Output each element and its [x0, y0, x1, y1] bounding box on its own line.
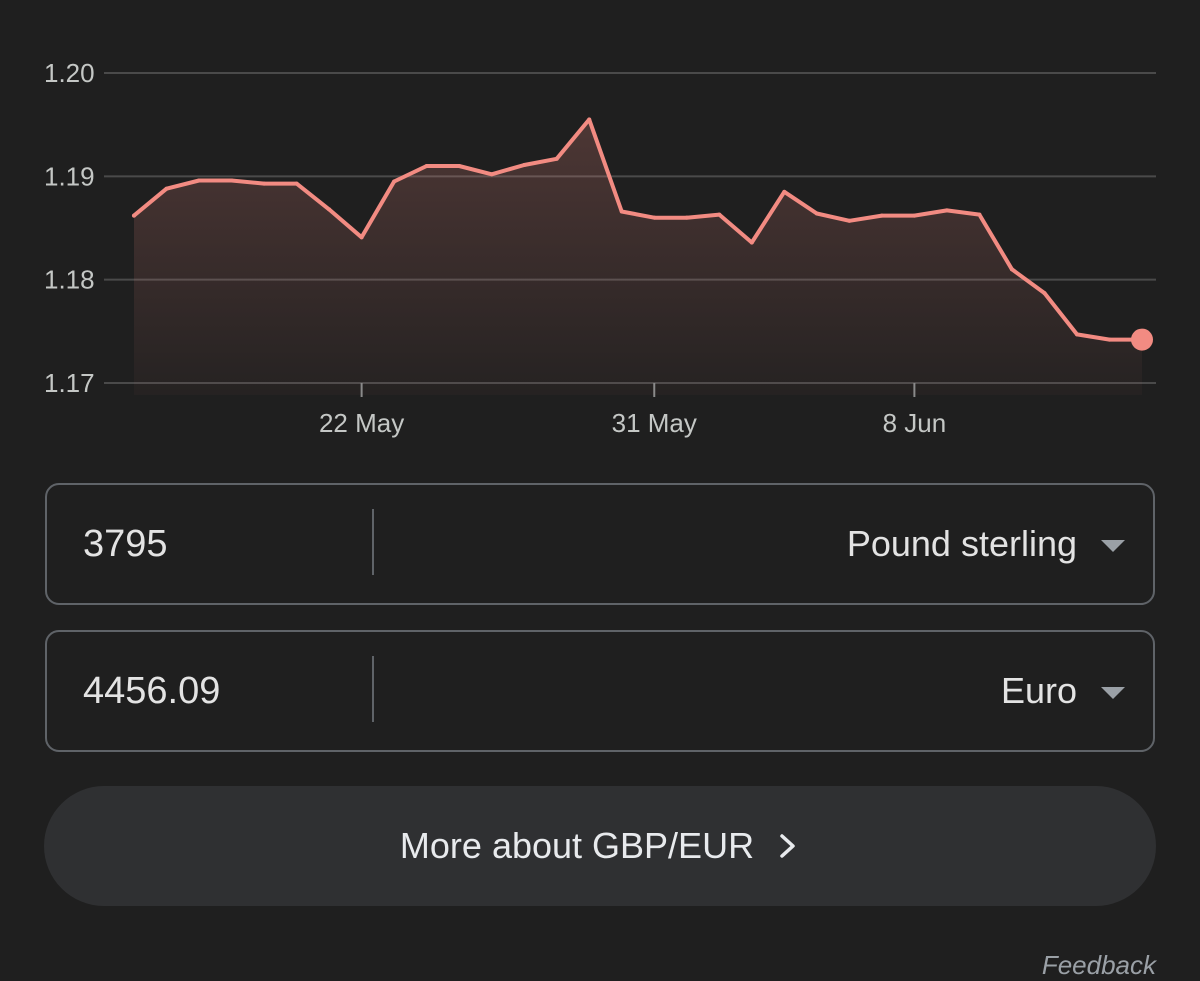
data-point: [782, 189, 787, 194]
y-tick-label: 1.18: [44, 265, 95, 295]
data-point: [912, 213, 917, 218]
field-divider: [372, 656, 374, 722]
chart-area-fill: [134, 119, 1142, 395]
x-tick-label: 8 Jun: [883, 408, 947, 438]
data-point: [652, 215, 657, 220]
data-point: [392, 179, 397, 184]
data-point: [164, 186, 169, 191]
data-point: [359, 235, 364, 240]
data-point: [457, 164, 462, 168]
data-point: [1042, 291, 1047, 296]
y-tick-label: 1.20: [44, 58, 95, 88]
data-point: [197, 178, 202, 183]
dropdown-caret-icon: [1101, 540, 1125, 552]
data-point: [1074, 332, 1079, 337]
data-point: [944, 208, 949, 213]
exchange-rate-chart: 1.20 1.19 1.18 1.17 22 May 31 May 8 Jun: [44, 58, 1156, 438]
from-amount-input[interactable]: 3795: [83, 485, 363, 603]
to-currency-select[interactable]: Euro: [1001, 632, 1125, 750]
converter-from-row: 3795 Pound sterling: [45, 483, 1155, 605]
data-point: [847, 218, 852, 223]
dropdown-caret-icon: [1101, 687, 1125, 699]
chart-y-axis-labels: 1.20 1.19 1.18 1.17: [44, 58, 95, 398]
data-point: [424, 164, 429, 168]
data-point: [879, 213, 884, 218]
more-about-button[interactable]: More about GBP/EUR: [44, 786, 1156, 906]
to-amount-input[interactable]: 4456.09: [83, 632, 363, 750]
from-currency-label: Pound sterling: [846, 523, 1077, 564]
field-divider: [372, 509, 374, 575]
y-tick-label: 1.19: [44, 161, 95, 191]
data-point: [749, 240, 754, 245]
data-point: [489, 172, 494, 177]
x-tick-label: 31 May: [612, 408, 697, 438]
more-about-label: More about GBP/EUR: [399, 825, 755, 866]
chevron-right-icon: [780, 834, 795, 858]
converter-to-row: 4456.09 Euro: [45, 630, 1155, 752]
data-point: [1107, 337, 1112, 342]
data-point: [619, 209, 624, 214]
data-point: [132, 213, 136, 218]
data-point: [977, 212, 982, 217]
data-point: [522, 162, 527, 167]
data-point: [684, 215, 689, 220]
data-point: [262, 181, 267, 186]
y-tick-label: 1.17: [44, 368, 95, 398]
data-point: [229, 178, 234, 183]
from-currency-select[interactable]: Pound sterling: [847, 485, 1125, 603]
to-currency-label: Euro: [1000, 670, 1077, 711]
data-point: [327, 207, 332, 212]
x-tick-label: 22 May: [319, 408, 404, 438]
feedback-link[interactable]: Feedback: [1042, 950, 1156, 981]
data-point: [814, 211, 819, 216]
data-point: [587, 117, 592, 122]
data-point: [294, 181, 299, 186]
data-point: [554, 156, 559, 161]
chart-current-point[interactable]: [1131, 328, 1153, 351]
data-point: [717, 212, 722, 217]
data-point: [1009, 267, 1014, 272]
